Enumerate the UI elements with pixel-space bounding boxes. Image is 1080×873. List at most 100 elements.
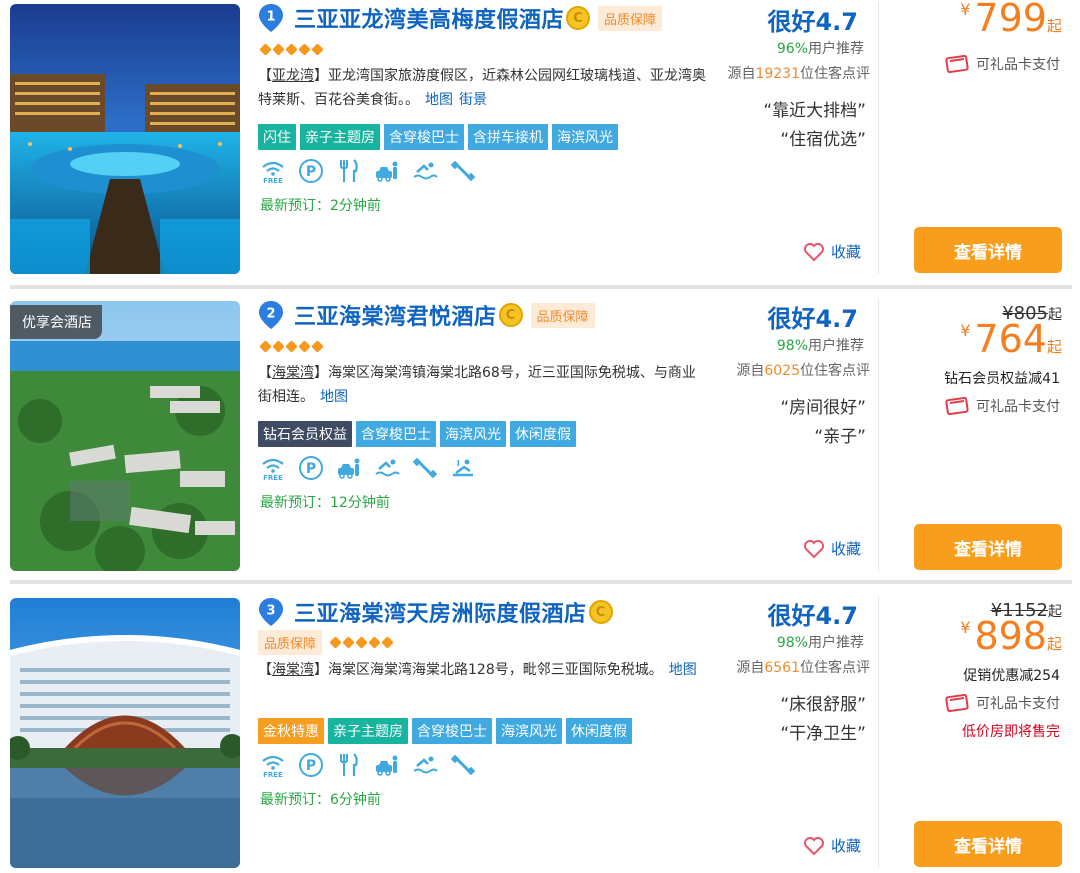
diamond-rating	[259, 43, 324, 56]
swimming-icon	[374, 455, 400, 481]
hotel-card-3: 3 三亚海棠湾天房洲际度假酒店 C 品质保障 【海棠湾】海棠区海棠湾海棠北路12…	[0, 594, 1080, 873]
column-divider	[878, 596, 879, 868]
latest-booking: 最新预订：6分钟前	[260, 792, 381, 808]
review-quote: “房间很好”	[780, 398, 866, 418]
address-text: 海棠区海棠湾海棠北路128号，毗邻三亚国际免税城。	[328, 662, 663, 678]
parking-icon: P	[298, 752, 324, 778]
diamond-icon	[329, 636, 342, 649]
promo-discount: 促销优惠减254	[963, 668, 1060, 684]
hotel-photo[interactable]: 优享会酒店	[10, 301, 240, 571]
column-divider	[878, 299, 879, 571]
gift-card-pay: 可礼品卡支付	[944, 693, 1060, 713]
gift-card-icon	[945, 396, 969, 416]
price: ¥898起	[960, 614, 1062, 658]
tag: 亲子主题房	[328, 718, 408, 744]
rank-pin-icon: 1	[259, 4, 283, 32]
facility-icons: FREE P	[260, 455, 476, 481]
car-rental-icon	[374, 158, 400, 184]
car-rental-icon	[374, 752, 400, 778]
diamond-icon	[285, 340, 298, 353]
view-details-button[interactable]: 查看详情	[914, 524, 1062, 570]
wifi-free-icon: FREE	[260, 752, 286, 778]
restaurant-icon	[336, 158, 362, 184]
spa-icon	[450, 455, 476, 481]
wifi-free-icon: FREE	[260, 158, 286, 184]
view-details-button[interactable]: 查看详情	[914, 821, 1062, 867]
diamond-icon	[272, 43, 285, 56]
map-link[interactable]: 地图	[320, 389, 348, 405]
hotel-tags: 钻石会员权益 含穿梭巴士 海滨风光 休闲度假	[258, 421, 576, 447]
quality-badge: 品质保障	[598, 5, 663, 31]
facility-icons: FREE P	[260, 158, 476, 184]
review-count-link[interactable]: 源自19231位住客点评	[727, 63, 870, 83]
swimming-icon	[412, 158, 438, 184]
favorite-button[interactable]: 收藏	[803, 538, 861, 559]
recommend-rate: 98%用户推荐	[776, 635, 864, 651]
favorite-button[interactable]: 收藏	[803, 241, 861, 262]
hotel-name-link[interactable]: 三亚亚龙湾美高梅度假酒店	[294, 2, 564, 34]
street-view-link[interactable]: 街景	[459, 92, 487, 108]
gift-card-icon	[945, 54, 969, 74]
parking-icon: P	[298, 158, 324, 184]
svg-text:FREE: FREE	[263, 474, 283, 481]
heart-icon	[804, 242, 824, 261]
latest-booking: 最新预订：12分钟前	[260, 495, 390, 511]
hotel-name-link[interactable]: 三亚海棠湾天房洲际度假酒店	[294, 596, 587, 628]
parking-icon: P	[298, 455, 324, 481]
area-link[interactable]: 海棠湾	[272, 365, 314, 381]
tag: 含穿梭巴士	[412, 718, 492, 744]
diamond-icon	[298, 340, 311, 353]
review-quote: “干净卫生”	[780, 724, 866, 744]
hotel-photo[interactable]	[10, 598, 240, 868]
hotel-photo-image	[10, 598, 240, 868]
recommend-rate: 96%用户推荐	[776, 41, 864, 57]
gold-medal-icon: C	[588, 600, 613, 624]
hotel-address: 【亚龙湾】亚龙湾国家旅游度假区，近森林公园网红玻璃栈道、亚龙湾奥特莱斯、百花谷美…	[258, 68, 706, 108]
car-rental-icon	[336, 455, 362, 481]
tag: 休闲度假	[566, 718, 632, 744]
facility-icons: FREE P	[260, 752, 476, 778]
view-details-button[interactable]: 查看详情	[914, 227, 1062, 273]
latest-booking: 最新预订：2分钟前	[260, 198, 381, 214]
tag: 亲子主题房	[300, 124, 380, 150]
hotel-photo[interactable]	[10, 4, 240, 274]
hotel-name-link[interactable]: 三亚海棠湾君悦酒店	[294, 299, 497, 331]
tag: 含穿梭巴士	[356, 421, 436, 447]
score[interactable]: 很好4.7	[767, 596, 858, 631]
diamond-icon	[311, 340, 324, 353]
tag: 含穿梭巴士	[384, 124, 464, 150]
tag: 海滨风光	[496, 718, 562, 744]
tag: 海滨风光	[440, 421, 506, 447]
diamond-icon	[285, 43, 298, 56]
diamond-icon	[259, 340, 272, 353]
map-link[interactable]: 地图	[425, 92, 453, 108]
score[interactable]: 很好4.7	[767, 2, 858, 37]
swimming-icon	[412, 752, 438, 778]
rank-pin-icon: 3	[259, 598, 283, 626]
price: ¥799起	[960, 0, 1062, 40]
tag: 钻石会员权益	[258, 421, 352, 447]
map-link[interactable]: 地图	[669, 662, 697, 678]
gift-card-pay: 可礼品卡支付	[944, 396, 1060, 416]
favorite-button[interactable]: 收藏	[803, 835, 861, 856]
diamond-icon	[298, 43, 311, 56]
review-quote: “亲子”	[814, 427, 866, 447]
review-count-link[interactable]: 源自6561位住客点评	[736, 657, 870, 677]
rank-number: 2	[266, 307, 275, 322]
tag: 休闲度假	[510, 421, 576, 447]
tag: 含拼车接机	[468, 124, 548, 150]
area-link[interactable]: 亚龙湾	[272, 68, 314, 84]
area-link[interactable]: 海棠湾	[272, 662, 314, 678]
gift-card-icon	[945, 693, 969, 713]
diamond-icon	[355, 636, 368, 649]
rank-pin-icon: 2	[259, 301, 283, 329]
review-quote: “靠近大排档”	[763, 101, 866, 121]
svg-text:P: P	[306, 461, 316, 477]
gym-icon	[450, 158, 476, 184]
heart-icon	[804, 836, 824, 855]
review-count-link[interactable]: 源自6025位住客点评	[736, 360, 870, 380]
svg-text:FREE: FREE	[263, 177, 283, 184]
score[interactable]: 很好4.7	[767, 299, 858, 334]
hotel-photo-image	[10, 4, 240, 274]
rank-number: 1	[266, 10, 275, 25]
